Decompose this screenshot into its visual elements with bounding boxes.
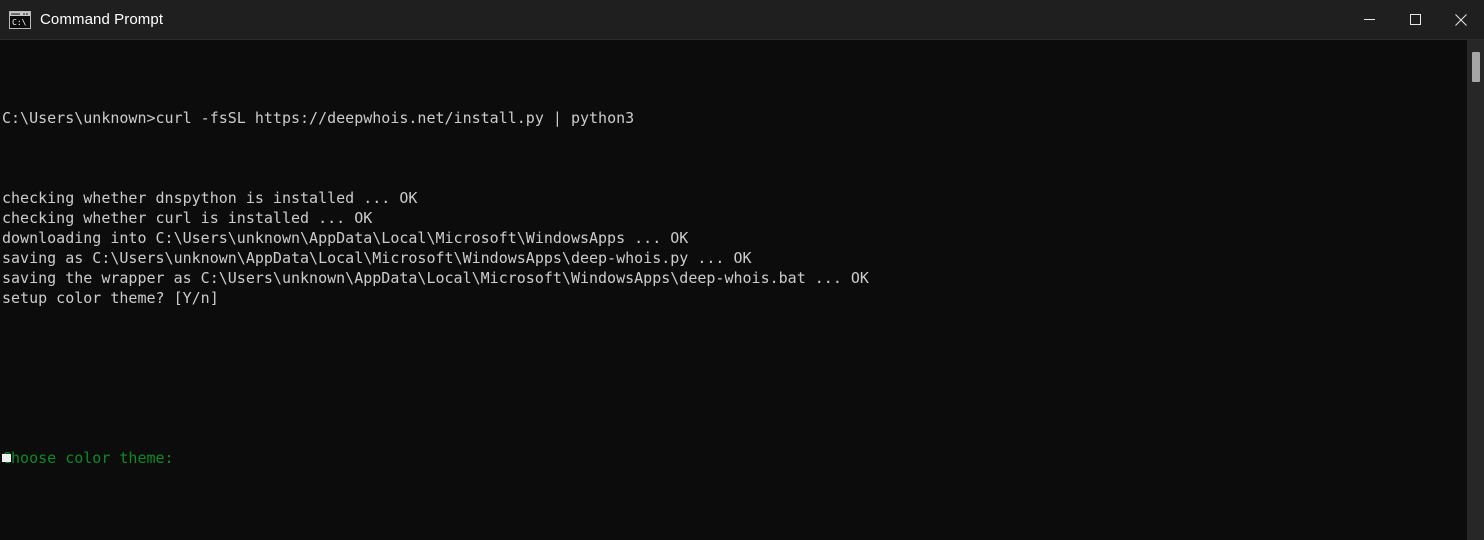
console-icon: C:\ xyxy=(9,10,31,29)
scrollbar-thumb[interactable] xyxy=(1472,52,1480,82)
log-line: saving as C:\Users\unknown\AppData\Local… xyxy=(2,249,752,267)
title-bar-left: C:\ Command Prompt xyxy=(0,10,164,29)
log-lines: checking whether dnspython is installed … xyxy=(2,188,1466,308)
svg-text:C:\: C:\ xyxy=(12,18,27,27)
command-prompt-window: C:\ Command Prompt C:\Users\unknown>curl… xyxy=(0,0,1484,540)
scrollbar[interactable] xyxy=(1466,40,1484,540)
close-button[interactable] xyxy=(1438,0,1484,39)
maximize-button[interactable] xyxy=(1392,0,1438,39)
prompt-text: C:\Users\unknown> xyxy=(2,109,156,127)
log-line: downloading into C:\Users\unknown\AppDat… xyxy=(2,229,689,247)
log-line: saving the wrapper as C:\Users\unknown\A… xyxy=(2,269,869,287)
title-bar[interactable]: C:\ Command Prompt xyxy=(0,0,1484,40)
command-text: curl -fsSL https://deepwhois.net/install… xyxy=(155,109,635,127)
terminal-output[interactable]: C:\Users\unknown>curl -fsSL https://deep… xyxy=(0,40,1466,540)
log-line: checking whether dnspython is installed … xyxy=(2,189,418,207)
log-line: setup color theme? [Y/n] xyxy=(2,289,219,307)
menu-heading: Choose color theme: xyxy=(2,449,174,467)
terminal-area[interactable]: C:\Users\unknown>curl -fsSL https://deep… xyxy=(0,40,1484,540)
minimize-button[interactable] xyxy=(1346,0,1392,39)
text-cursor xyxy=(2,454,11,462)
window-controls xyxy=(1346,0,1484,39)
window-title: Command Prompt xyxy=(40,10,164,28)
log-line: checking whether curl is installed ... O… xyxy=(2,209,373,227)
command-line: C:\Users\unknown>curl -fsSL https://deep… xyxy=(2,108,1466,128)
